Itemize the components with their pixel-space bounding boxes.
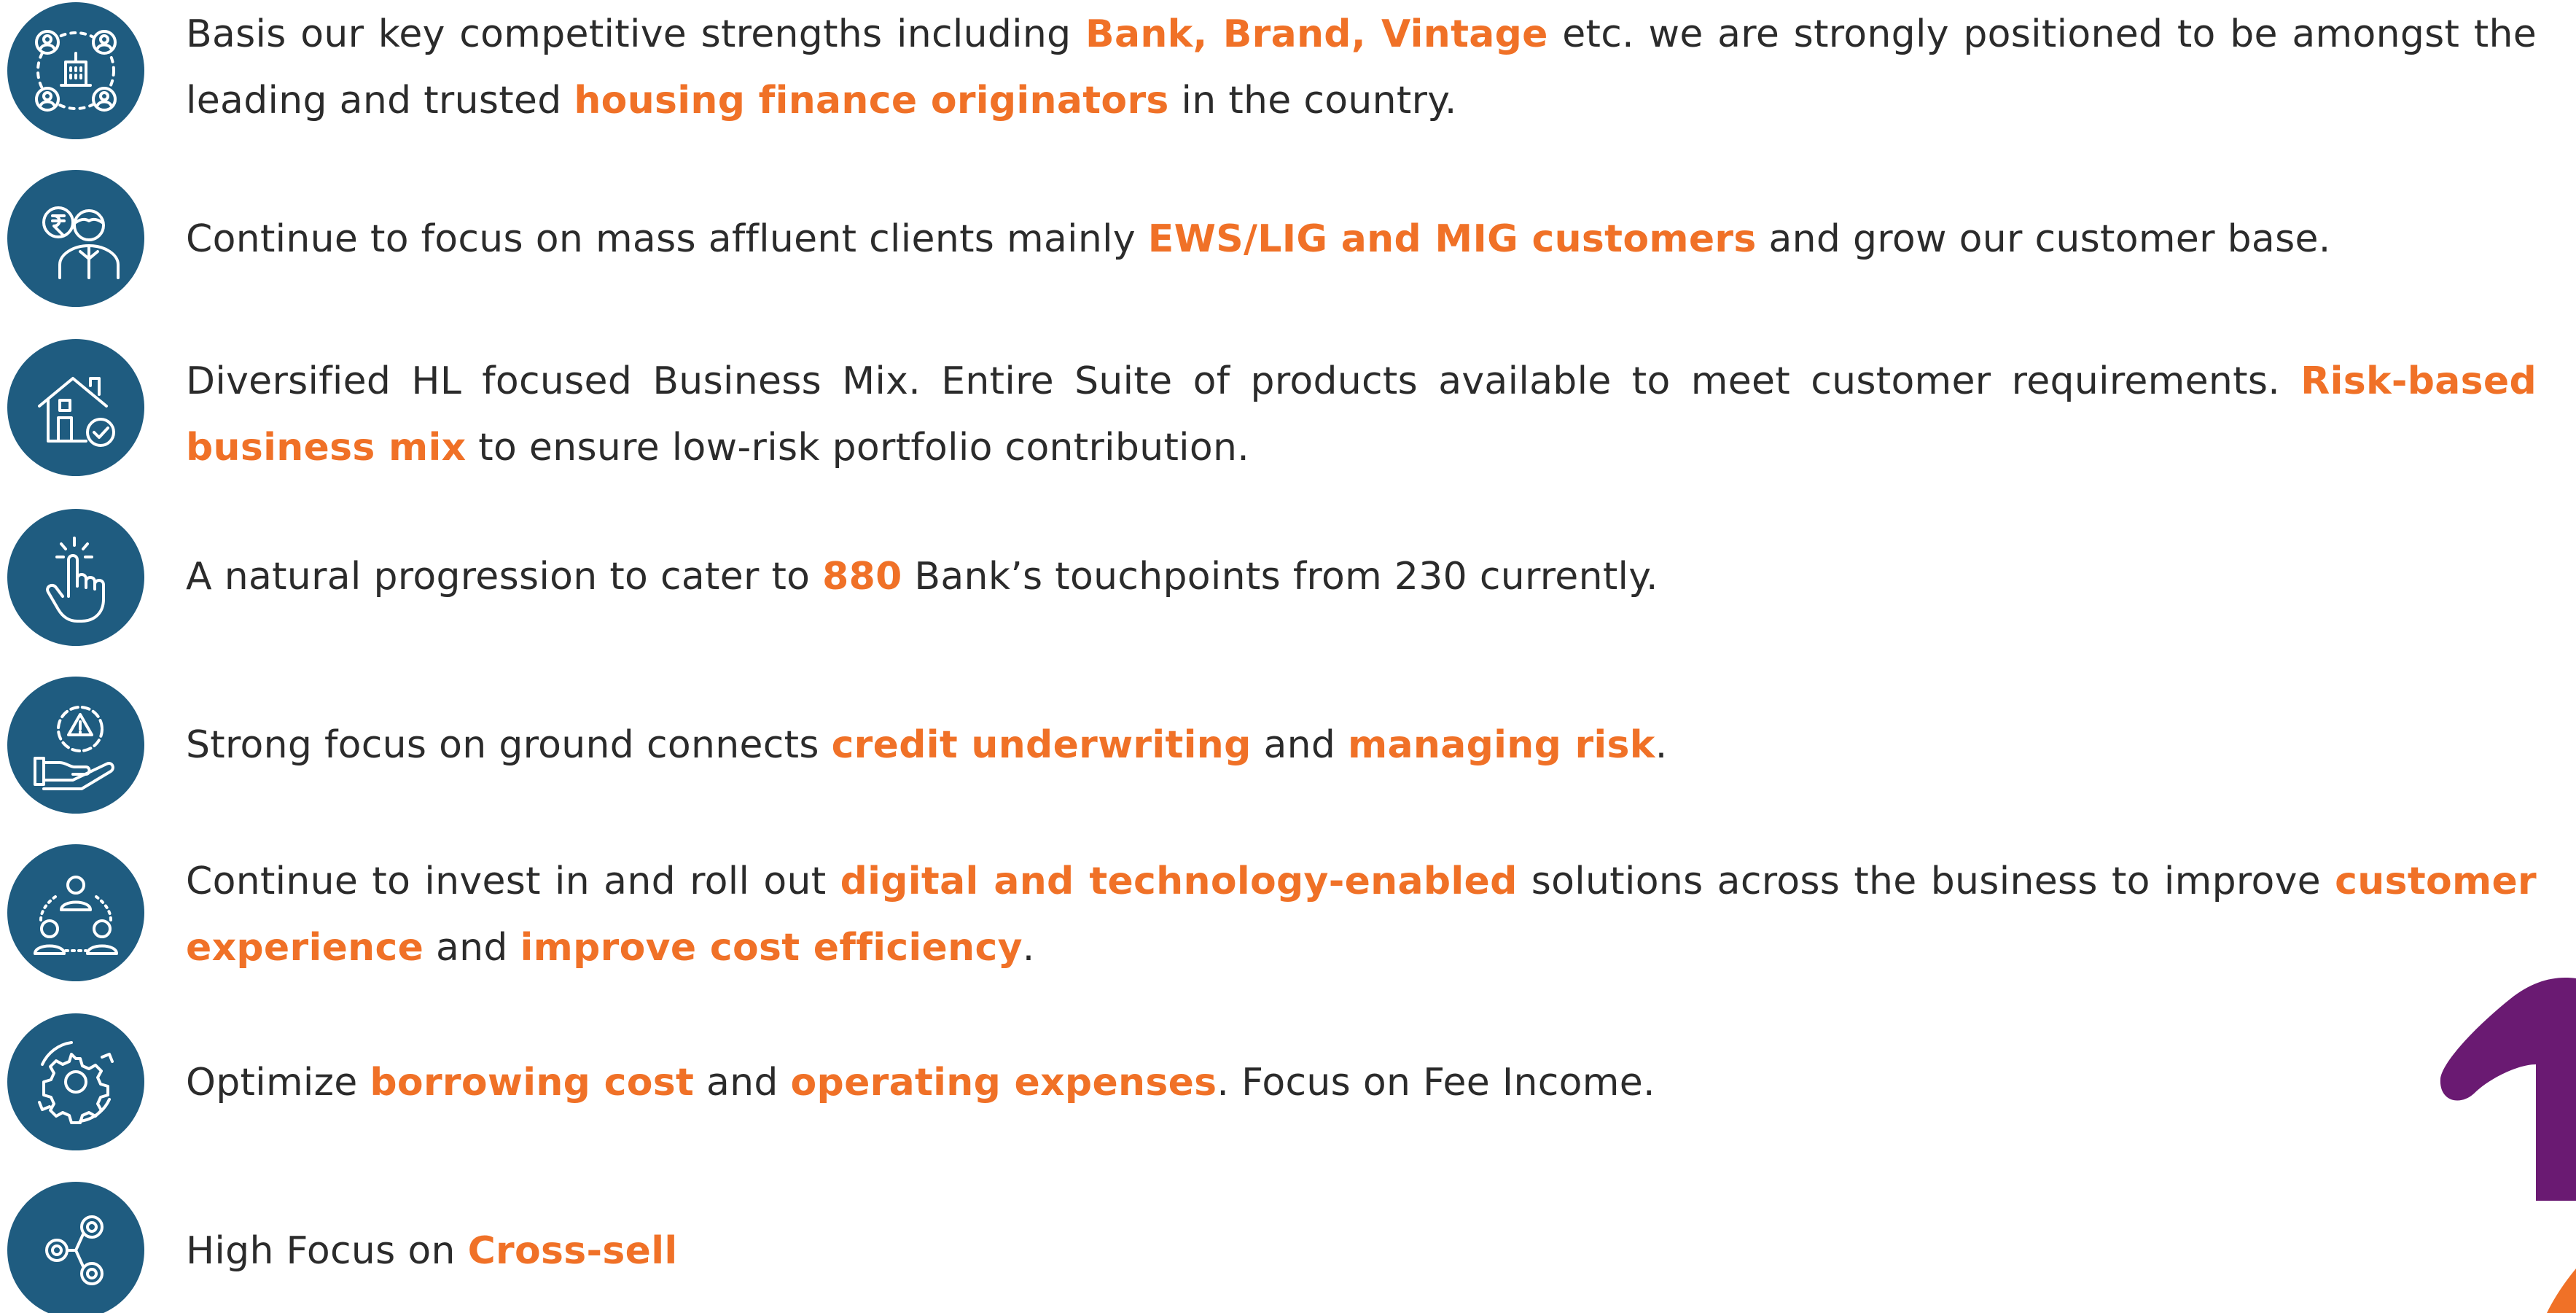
text-segment: Optimize bbox=[186, 1061, 370, 1104]
house-check-icon bbox=[7, 339, 144, 476]
highlight-text: 880 bbox=[822, 555, 902, 599]
highlight-text: credit underwriting bbox=[831, 723, 1252, 767]
strategy-item-text: Continue to focus on mass affluent clien… bbox=[186, 206, 2537, 273]
decorative-brand-shape bbox=[2440, 978, 2576, 1313]
highlight-text: digital and technology-enabled bbox=[840, 860, 1518, 903]
text-segment: Continue to focus on mass affluent clien… bbox=[186, 217, 1148, 261]
text-segment: solutions across the business to improve bbox=[1517, 860, 2335, 903]
team-network-icon bbox=[7, 844, 144, 981]
text-segment: in the country. bbox=[1168, 79, 1457, 122]
text-segment: . bbox=[1655, 723, 1668, 767]
strategy-item-text: Optimize borrowing cost and operating ex… bbox=[186, 1050, 2537, 1116]
highlight-text: housing finance originators bbox=[574, 79, 1169, 122]
highlight-text: EWS/LIG and MIG customers bbox=[1147, 217, 1757, 261]
text-segment: and bbox=[694, 1061, 791, 1104]
text-segment: Basis our key competitive strengths incl… bbox=[186, 12, 1086, 56]
tap-hand-icon bbox=[7, 509, 144, 646]
strategy-item-text: Strong focus on ground connects credit u… bbox=[186, 712, 2537, 779]
purple-one-shape bbox=[2440, 978, 2576, 1201]
strategy-item-text: A natural progression to cater to 880 Ba… bbox=[186, 544, 2537, 610]
strategy-item-text: Diversified HL focused Business Mix. Ent… bbox=[186, 348, 2537, 481]
risk-gear-hand-icon bbox=[7, 677, 144, 814]
highlight-text: borrowing cost bbox=[370, 1061, 695, 1104]
text-segment: and grow our customer base. bbox=[1756, 217, 2331, 261]
strategy-item-text: High Focus on Cross-sell bbox=[186, 1218, 2537, 1285]
text-segment: and bbox=[424, 926, 520, 970]
share-nodes-icon bbox=[7, 1182, 144, 1313]
highlight-text: improve cost efficiency bbox=[520, 926, 1023, 970]
highlight-text: Cross-sell bbox=[467, 1229, 678, 1273]
text-segment: Diversified HL focused Business Mix. Ent… bbox=[186, 359, 2301, 403]
text-segment: High Focus on bbox=[186, 1229, 468, 1273]
highlight-text: operating expenses bbox=[790, 1061, 1217, 1104]
text-segment: to ensure low-risk portfolio contributio… bbox=[466, 426, 1250, 470]
highlight-text: Bank, Brand, Vintage bbox=[1085, 12, 1548, 56]
gear-cycle-icon bbox=[7, 1013, 144, 1150]
rupee-customer-icon bbox=[7, 170, 144, 307]
text-segment: Continue to invest in and roll out bbox=[186, 860, 840, 903]
strategy-item-text: Basis our key competitive strengths incl… bbox=[186, 1, 2537, 134]
text-segment: and bbox=[1251, 723, 1349, 767]
text-segment: Bank’s touchpoints from 230 currently. bbox=[902, 555, 1658, 599]
orange-corner-shape bbox=[2547, 1269, 2576, 1313]
strategy-item-text: Continue to invest in and roll out digit… bbox=[186, 849, 2537, 981]
text-segment: . Focus on Fee Income. bbox=[1217, 1061, 1655, 1104]
text-segment: Strong focus on ground connects bbox=[186, 723, 832, 767]
network-users-building-icon bbox=[7, 2, 144, 139]
text-segment: A natural progression to cater to bbox=[186, 555, 823, 599]
highlight-text: managing risk bbox=[1348, 723, 1655, 767]
text-segment: . bbox=[1022, 926, 1035, 970]
